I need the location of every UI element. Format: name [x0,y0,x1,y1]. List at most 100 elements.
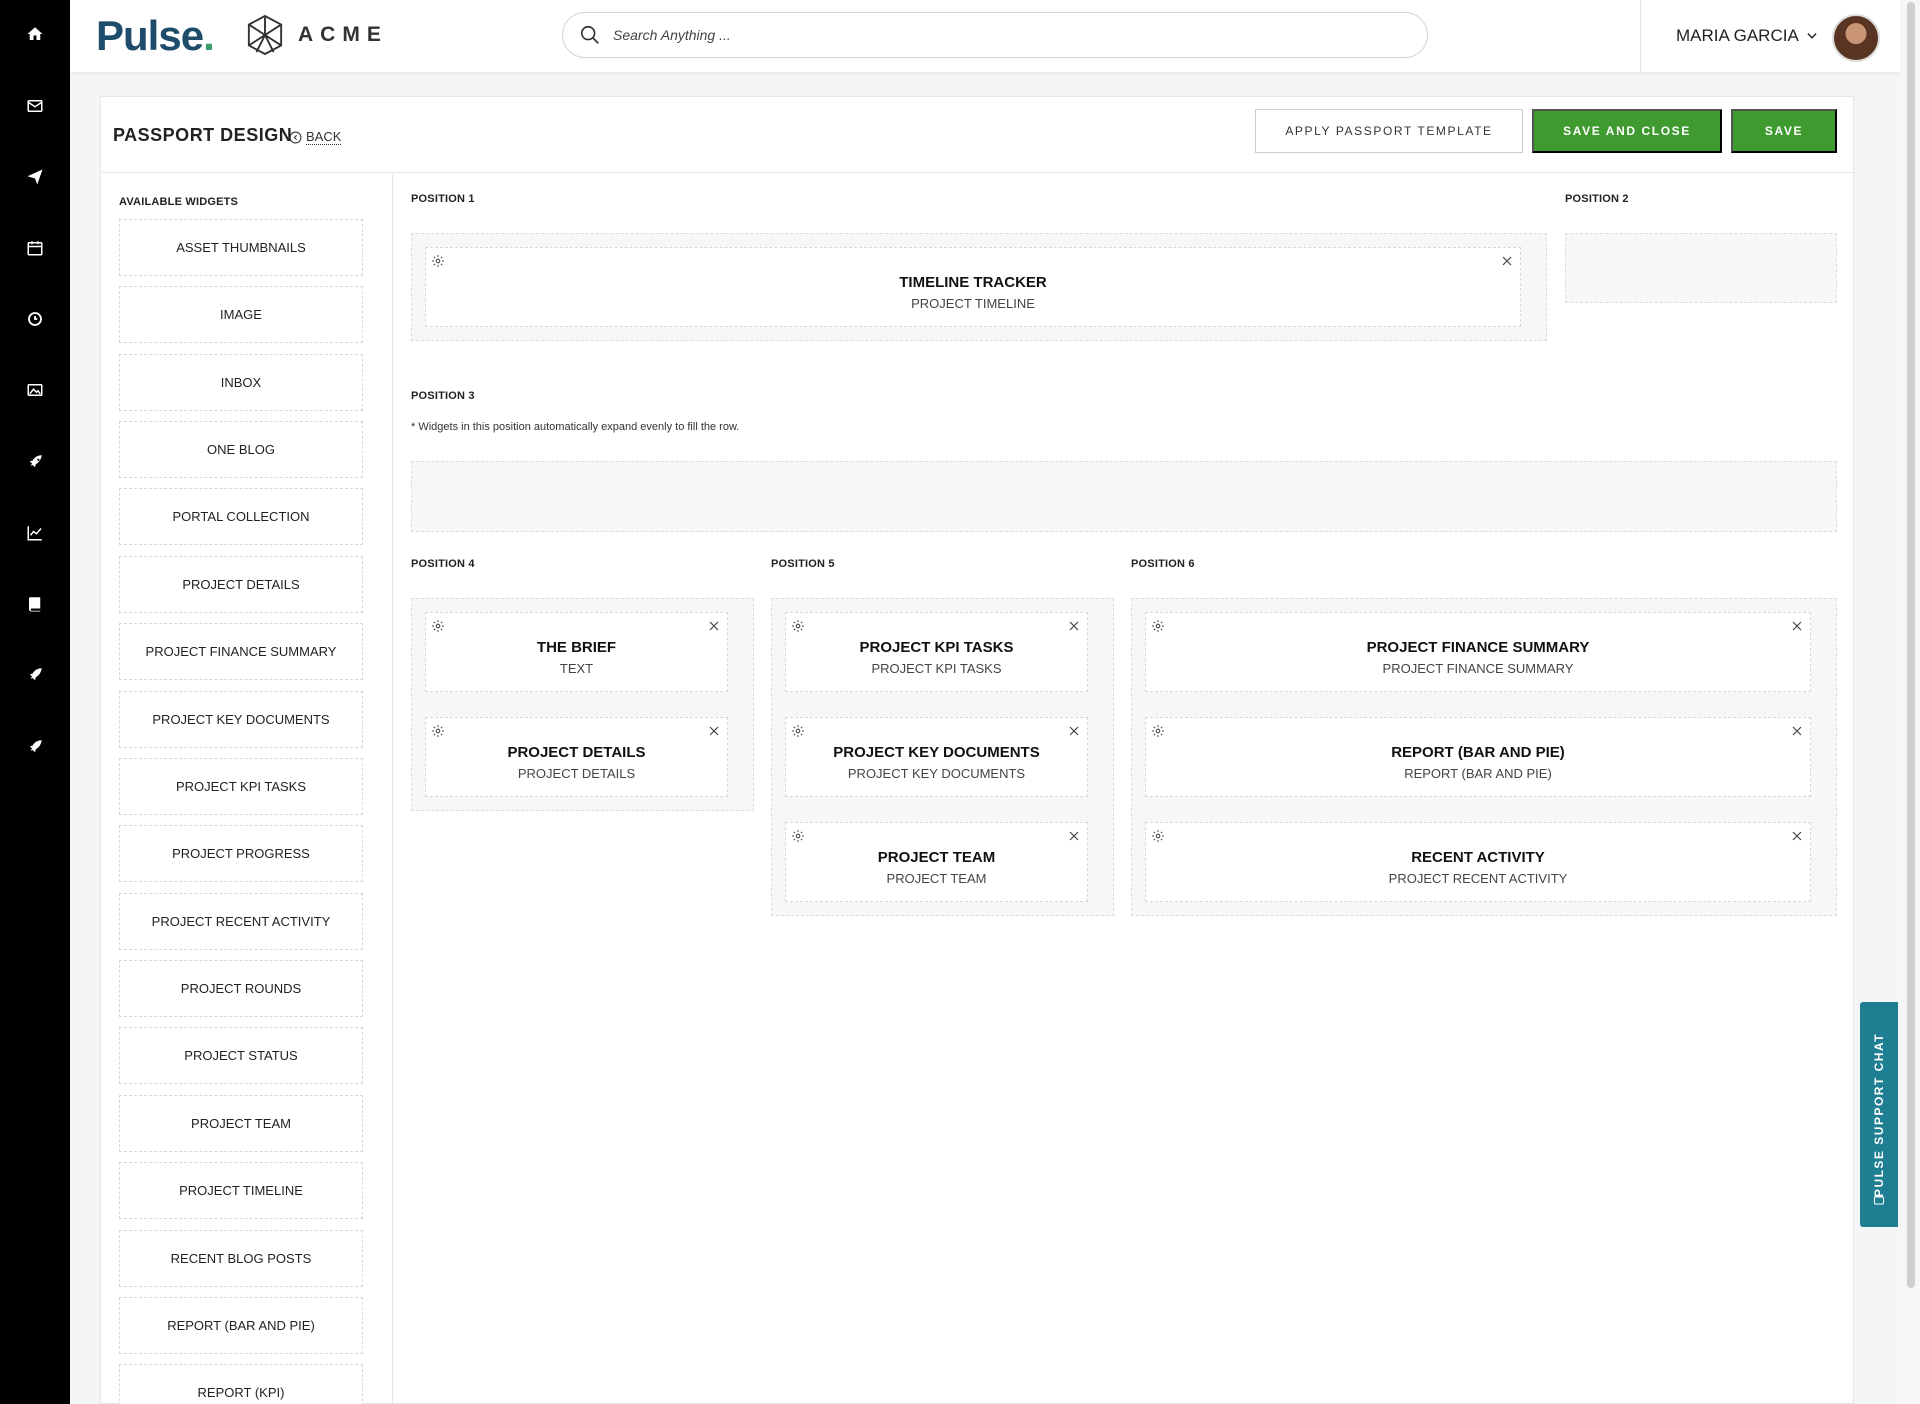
placed-widget-report-bar-and-pie[interactable]: REPORT (BAR AND PIE) REPORT (BAR AND PIE… [1145,717,1811,797]
gear-icon[interactable] [791,829,805,843]
widget-type: REPORT (BAR AND PIE) [1404,766,1552,781]
partner-name: ACME [298,23,388,46]
widget-project-key-documents[interactable]: PROJECT KEY DOCUMENTS [119,691,363,748]
gear-icon[interactable] [1151,724,1165,738]
available-widgets-label: AVAILABLE WIDGETS [119,196,239,208]
top-header: Pulse. ACME MARIA GARCIA [70,0,1900,72]
placed-widget-project-kpi-tasks[interactable]: PROJECT KPI TASKS PROJECT KPI TASKS [785,612,1088,692]
pulse-logo[interactable]: Pulse. [96,12,215,60]
placed-widget-project-team[interactable]: PROJECT TEAM PROJECT TEAM [785,822,1088,902]
close-icon[interactable] [1068,620,1080,632]
nav-images[interactable] [0,370,70,410]
brand-dot: . [203,12,215,59]
close-icon[interactable] [708,725,720,737]
widget-type: PROJECT KPI TASKS [871,661,1002,676]
widget-report-kpi[interactable]: REPORT (KPI) [119,1364,363,1404]
nav-home[interactable] [0,14,70,54]
widget-image[interactable]: IMAGE [119,286,363,343]
widget-project-finance-summary[interactable]: PROJECT FINANCE SUMMARY [119,623,363,680]
widget-type: PROJECT TIMELINE [911,296,1035,311]
gear-icon[interactable] [1151,829,1165,843]
nav-calendar[interactable] [0,228,70,268]
gear-icon[interactable] [431,254,445,268]
position-3-label: POSITION 3 [411,390,475,402]
widget-project-rounds[interactable]: PROJECT ROUNDS [119,960,363,1017]
widget-project-timeline[interactable]: PROJECT TIMELINE [119,1162,363,1219]
position-6-label: POSITION 6 [1131,558,1195,570]
widget-project-details[interactable]: PROJECT DETAILS [119,556,363,613]
widget-project-team[interactable]: PROJECT TEAM [119,1095,363,1152]
widget-asset-thumbnails[interactable]: ASSET THUMBNAILS [119,219,363,276]
acme-logo: ACME [246,14,388,56]
gear-icon[interactable] [431,619,445,633]
gear-icon[interactable] [791,619,805,633]
widget-title: THE BRIEF [536,639,617,656]
widget-project-status[interactable]: PROJECT STATUS [119,1027,363,1084]
apply-template-button[interactable]: APPLY PASSPORT TEMPLATE [1255,109,1523,153]
widget-title: PROJECT KPI TASKS [859,639,1014,656]
page-title: PASSPORT DESIGN [113,125,293,145]
position-3-dropzone[interactable] [411,461,1837,532]
user-avatar[interactable] [1832,14,1880,62]
gear-icon[interactable] [791,724,805,738]
nav-rocket-2[interactable] [0,655,70,695]
scrollbar-thumb[interactable] [1907,2,1915,1288]
save-and-close-button[interactable]: SAVE AND CLOSE [1532,109,1722,153]
page-scrollbar[interactable] [1900,0,1920,1404]
user-menu[interactable]: MARIA GARCIA [1676,26,1819,46]
global-search[interactable] [562,12,1428,58]
nav-clock[interactable] [0,299,70,339]
placed-widget-project-key-documents[interactable]: PROJECT KEY DOCUMENTS PROJECT KEY DOCUME… [785,717,1088,797]
search-input[interactable] [613,27,1393,43]
rocket-icon [29,740,42,753]
user-name: MARIA GARCIA [1676,26,1799,45]
position-5-dropzone[interactable]: PROJECT KPI TASKS PROJECT KPI TASKS PROJ… [771,598,1114,916]
placed-widget-project-details[interactable]: PROJECT DETAILS PROJECT DETAILS [425,717,728,797]
support-chat-label: PULSE SUPPORT CHAT [1872,1032,1886,1197]
position-2-dropzone[interactable] [1565,233,1837,303]
nav-inbox[interactable] [0,86,70,126]
position-1-dropzone[interactable]: TIMELINE TRACKER PROJECT TIMELINE [411,233,1547,341]
widget-recent-blog-posts[interactable]: RECENT BLOG POSTS [119,1230,363,1287]
position-3-note: * Widgets in this position automatically… [411,421,740,433]
nav-analytics[interactable] [0,513,70,553]
placed-widget-timeline-tracker[interactable]: TIMELINE TRACKER PROJECT TIMELINE [425,247,1521,327]
widget-report-bar-and-pie[interactable]: REPORT (BAR AND PIE) [119,1297,363,1354]
widget-one-blog[interactable]: ONE BLOG [119,421,363,478]
nav-send[interactable] [0,157,70,197]
widget-title: PROJECT TEAM [877,849,996,866]
nav-rocket-1[interactable] [0,442,70,482]
position-6-dropzone[interactable]: PROJECT FINANCE SUMMARY PROJECT FINANCE … [1131,598,1837,916]
gear-icon[interactable] [1151,619,1165,633]
left-nav-rail [0,0,70,1404]
placed-widget-recent-activity[interactable]: RECENT ACTIVITY PROJECT RECENT ACTIVITY [1145,822,1811,902]
widget-title: TIMELINE TRACKER [899,274,1047,291]
widget-project-recent-activity[interactable]: PROJECT RECENT ACTIVITY [119,893,363,950]
widget-type: PROJECT FINANCE SUMMARY [1382,661,1574,676]
nav-rocket-3[interactable] [0,727,70,767]
close-icon[interactable] [708,620,720,632]
widget-title: REPORT (BAR AND PIE) [1391,744,1565,761]
gear-icon[interactable] [431,724,445,738]
support-chat-tab[interactable]: PULSE SUPPORT CHAT [1860,1002,1898,1227]
send-icon [27,169,43,185]
widget-project-progress[interactable]: PROJECT PROGRESS [119,825,363,882]
nav-library[interactable] [0,584,70,624]
back-link[interactable]: BACK [289,129,342,145]
widget-inbox[interactable]: INBOX [119,354,363,411]
close-icon[interactable] [1068,725,1080,737]
close-icon[interactable] [1791,620,1803,632]
home-icon [27,27,43,40]
close-icon[interactable] [1068,830,1080,842]
placed-widget-the-brief[interactable]: THE BRIEF TEXT [425,612,728,692]
close-icon[interactable] [1501,255,1513,267]
close-icon[interactable] [1791,725,1803,737]
widget-project-kpi-tasks[interactable]: PROJECT KPI TASKS [119,758,363,815]
widget-type: TEXT [559,661,594,676]
widget-portal-collection[interactable]: PORTAL COLLECTION [119,488,363,545]
save-button[interactable]: SAVE [1731,109,1837,153]
calendar-icon [27,241,43,256]
close-icon[interactable] [1791,830,1803,842]
position-4-dropzone[interactable]: THE BRIEF TEXT PROJECT DETAILS PROJECT D… [411,598,754,811]
placed-widget-project-finance-summary[interactable]: PROJECT FINANCE SUMMARY PROJECT FINANCE … [1145,612,1811,692]
